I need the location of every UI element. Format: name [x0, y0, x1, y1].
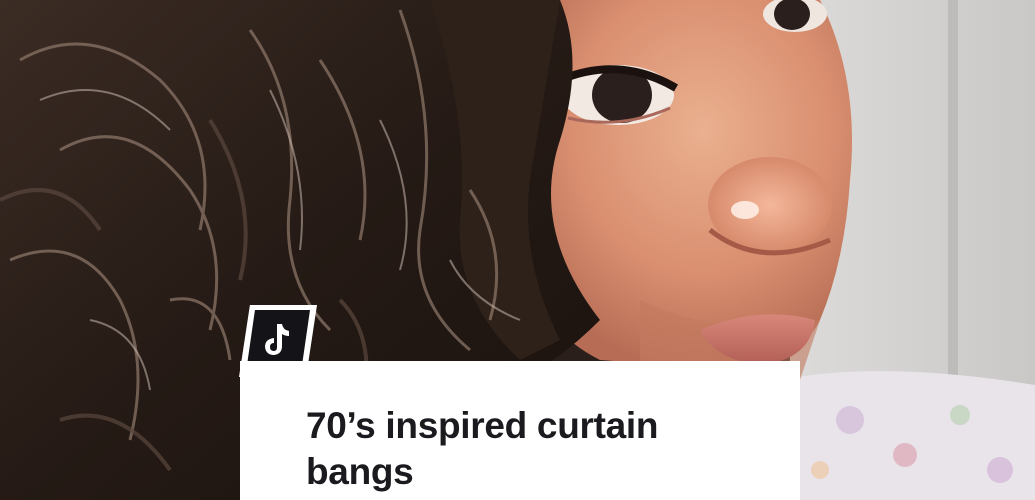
caption-card: 70’s inspired curtain bangs — [240, 361, 800, 500]
tiktok-logo-icon — [265, 324, 289, 355]
video-frame: 70’s inspired curtain bangs — [0, 0, 1035, 500]
caption-text: 70’s inspired curtain bangs — [306, 405, 659, 492]
